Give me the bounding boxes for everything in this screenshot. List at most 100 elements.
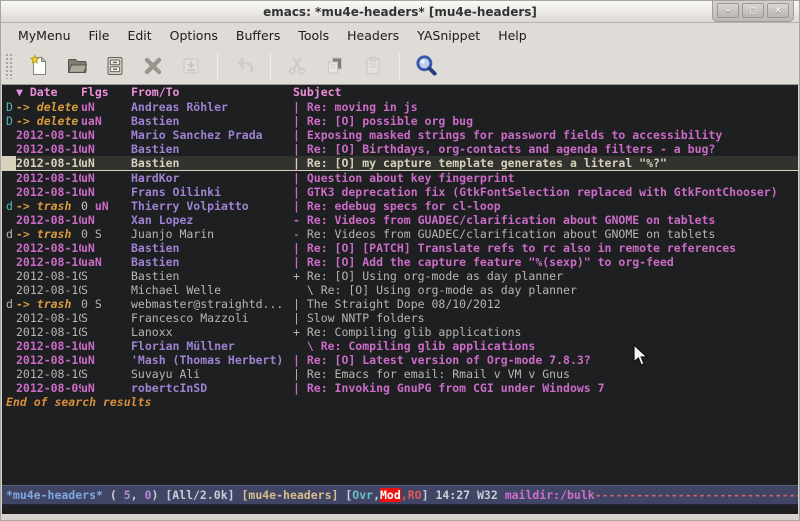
message-from: Bastien xyxy=(131,241,293,255)
message-row[interactable]: 2012-08-10 S Michael Welle \ Re: [O] Usi… xyxy=(2,283,798,297)
message-row[interactable]: D -> delete uaN Bastien | Re: [O] possib… xyxy=(2,114,798,128)
message-flags: S xyxy=(81,269,131,283)
copy-button xyxy=(320,51,350,81)
message-flags: S xyxy=(81,325,131,339)
message-subject: | Re: [O] Birthdays, org-contacts and ag… xyxy=(293,142,798,156)
menu-item-edit[interactable]: Edit xyxy=(118,25,160,46)
message-row[interactable]: 2012-08-10 uN Mario Sanchez Prada | Expo… xyxy=(2,128,798,142)
message-row[interactable]: 2012-08-10 uaN Bastien | Re: [O] Add the… xyxy=(2,255,798,269)
message-row[interactable]: 2012-08-10 uN Frans Oilinki | GTK3 depre… xyxy=(2,185,798,199)
message-row[interactable]: 2012-08-10 S Bastien + Re: [O] Using org… xyxy=(2,269,798,283)
menu-item-yasnippet[interactable]: YASnippet xyxy=(408,25,489,46)
minimize-button[interactable]: – xyxy=(717,3,739,18)
menu-item-options[interactable]: Options xyxy=(161,25,227,46)
message-flags: S xyxy=(81,283,131,297)
message-row[interactable]: 2012-08-10 uN Bastien | Re: [O] [PATCH] … xyxy=(2,241,798,255)
mark-char: D xyxy=(2,100,16,114)
header-date-sort[interactable]: ▼ Date xyxy=(16,85,81,100)
message-row[interactable]: 2012-08-09 uN robertcInSD | Re: Invoking… xyxy=(2,381,798,395)
menu-item-mymenu[interactable]: MyMenu xyxy=(9,25,80,46)
message-flags: uN xyxy=(81,100,131,114)
end-of-results-text: End of search results xyxy=(2,395,798,409)
message-row[interactable]: 2012-08-10 S Suvayu Ali | Re: Emacs for … xyxy=(2,367,798,381)
mark-char xyxy=(2,367,16,381)
close-x-icon xyxy=(141,54,165,78)
header-from-to[interactable]: From/To xyxy=(131,85,293,100)
toolbar-drag-handle[interactable] xyxy=(5,53,14,79)
open-folder-icon xyxy=(65,54,89,78)
message-row[interactable]: 2012-08-10 uN Xan Lopez - Re: Videos fro… xyxy=(2,213,798,227)
modeline-status-close: ] xyxy=(422,488,436,502)
modeline-buffer-name: *mu4e-headers* xyxy=(6,488,103,502)
mark-char xyxy=(2,185,16,199)
message-subject: \ Re: Compiling glib applications xyxy=(293,339,798,353)
header-subject[interactable]: Subject xyxy=(293,85,798,100)
date-or-mark-target: 2012-08-10 xyxy=(16,269,81,283)
message-subject: | GTK3 deprecation fix (GtkFontSelection… xyxy=(293,185,798,199)
titlebar[interactable]: emacs: *mu4e-headers* [mu4e-headers] – ◻… xyxy=(1,1,799,23)
echo-area[interactable] xyxy=(2,505,798,514)
mark-char: d xyxy=(2,199,16,213)
menu-item-headers[interactable]: Headers xyxy=(338,25,408,46)
message-row[interactable]: 2012-08-10 uN 'Mash (Thomas Herbert) | R… xyxy=(2,353,798,367)
message-row[interactable]: 2012-08-10 S Francesco Mazzoli | Slow NN… xyxy=(2,311,798,325)
message-from: Andreas Röhler xyxy=(131,100,293,114)
search-magnifier-icon xyxy=(413,53,439,79)
message-flags: S xyxy=(81,367,131,381)
header-flags[interactable]: Flgs xyxy=(81,85,131,100)
date-or-mark-target: 2012-08-10 xyxy=(16,339,81,353)
message-row[interactable]: d -> trash 0 S webmaster@straightd... | … xyxy=(2,297,798,311)
message-flags: uaN xyxy=(81,255,131,269)
message-row[interactable]: 2012-08-10 uN HardKor | Question about k… xyxy=(2,171,798,185)
mark-char: d xyxy=(2,297,16,311)
message-flags: 0 S xyxy=(81,227,131,241)
message-row[interactable]: d -> trash 0 S Juanjo Marin - Re: Videos… xyxy=(2,227,798,241)
message-from: Bastien xyxy=(131,156,293,170)
message-row[interactable]: D -> delete uN Andreas Röhler | Re: movi… xyxy=(2,100,798,114)
save-button[interactable] xyxy=(100,51,130,81)
date-or-mark-target: 2012-08-10 xyxy=(16,353,81,367)
message-row[interactable]: 2012-08-10 uN Bastien | Re: [O] Birthday… xyxy=(2,142,798,156)
message-row[interactable]: 2012-08-10 uN Bastien | Re: [O] my captu… xyxy=(2,156,798,171)
mu4e-headers-buffer[interactable]: ▼ Date Flgs From/To Subject D -> delete … xyxy=(2,85,798,485)
message-subject: | Exposing masked strings for password f… xyxy=(293,128,798,142)
modeline-comma: , xyxy=(373,488,380,502)
message-row[interactable]: 2012-08-10 S Lanoxx + Re: Compiling glib… xyxy=(2,325,798,339)
message-subject: | Re: moving in js xyxy=(293,100,798,114)
menu-item-file[interactable]: File xyxy=(80,25,119,46)
message-from: Florian Müllner xyxy=(131,339,293,353)
menubar: MyMenuFileEditOptionsBuffersToolsHeaders… xyxy=(1,23,799,47)
modeline[interactable]: *mu4e-headers* ( 5, 0) [All/2.0k] [mu4e-… xyxy=(2,485,798,505)
message-from: Mario Sanchez Prada xyxy=(131,128,293,142)
close-button[interactable]: ✕ xyxy=(767,3,789,18)
mark-char xyxy=(2,142,16,156)
date-or-mark-target: 2012-08-10 xyxy=(16,213,81,227)
date-or-mark-target: 2012-08-09 xyxy=(16,381,81,395)
message-flags: uN xyxy=(81,185,131,199)
message-subject: | Slow NNTP folders xyxy=(293,311,798,325)
message-from: webmaster@straightd... xyxy=(131,297,293,311)
close-buffer-button[interactable] xyxy=(138,51,168,81)
message-row[interactable]: 2012-08-10 uN Florian Müllner \ Re: Comp… xyxy=(2,339,798,353)
open-folder-button[interactable] xyxy=(62,51,92,81)
message-subject: + Re: [O] Using org-mode as day planner xyxy=(293,269,798,283)
message-from: Thierry Volpiatto xyxy=(131,199,293,213)
mark-char xyxy=(2,381,16,395)
date-or-mark-target: 2012-08-10 xyxy=(16,241,81,255)
date-or-mark-target: 2012-08-10 xyxy=(16,283,81,297)
message-flags: S xyxy=(81,311,131,325)
mark-char xyxy=(2,213,16,227)
menu-item-help[interactable]: Help xyxy=(489,25,536,46)
message-subject: | Re: [O] Add the capture feature "%(sex… xyxy=(293,255,798,269)
maximize-button[interactable]: ◻ xyxy=(742,3,764,18)
search-button[interactable] xyxy=(411,51,441,81)
modeline-pos-sep: , xyxy=(131,488,145,502)
menu-item-buffers[interactable]: Buffers xyxy=(227,25,289,46)
menu-item-tools[interactable]: Tools xyxy=(289,25,338,46)
new-file-button[interactable] xyxy=(24,51,54,81)
copy-icon xyxy=(323,54,347,78)
date-or-mark-target: -> trash xyxy=(16,199,81,213)
cut-button xyxy=(282,51,312,81)
message-flags: uN xyxy=(81,128,131,142)
message-row[interactable]: d -> trash 0 uN Thierry Volpiatto | Re: … xyxy=(2,199,798,213)
